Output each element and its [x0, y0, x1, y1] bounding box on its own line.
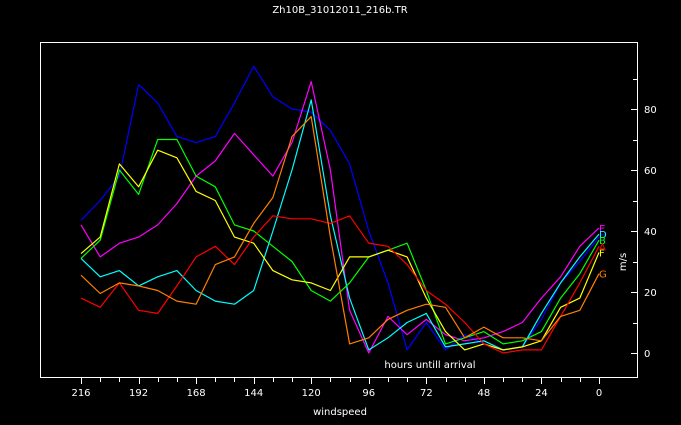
series-end-labels: CEDBFAG — [599, 224, 607, 281]
y-axis: 0 20 40 60 80 — [631, 79, 657, 360]
series-line-F — [80, 149, 600, 351]
series-label-G: G — [599, 270, 607, 281]
x-tick-label: 0 — [596, 388, 602, 399]
windspeed-chart: Zh10B_31012011_216b.TR 216 192 168 144 120 96… — [40, 5, 657, 418]
x-tick-label: 168 — [187, 388, 206, 399]
y-tick-label: 20 — [644, 288, 657, 299]
x-tick-label: 96 — [362, 388, 375, 399]
y-axis-label: m/s — [618, 253, 629, 271]
x-tick-label: 144 — [244, 388, 263, 399]
series-line-C — [80, 65, 600, 351]
x-tick-label: 192 — [129, 388, 148, 399]
x-tick-label: 24 — [535, 388, 548, 399]
plot-frame — [40, 42, 638, 378]
x-tick-label: 48 — [478, 388, 491, 399]
x-axis-label: windspeed — [313, 407, 367, 418]
y-tick-label: 60 — [644, 166, 657, 177]
y-tick-label: 40 — [644, 227, 657, 238]
y-tick-label: 0 — [644, 349, 650, 360]
x-tick-label: 72 — [420, 388, 433, 399]
annotation-label: hours untill arrival — [384, 360, 475, 371]
y-tick-label: 80 — [644, 105, 657, 116]
x-tick-label: 216 — [71, 388, 90, 399]
x-tick-label: 120 — [302, 388, 321, 399]
series-lines — [80, 65, 600, 354]
chart-title: Zh10B_31012011_216b.TR — [272, 5, 407, 16]
x-axis: 216 192 168 144 120 96 72 48 24 0 — [71, 378, 602, 399]
series-label-A: A — [599, 242, 606, 253]
